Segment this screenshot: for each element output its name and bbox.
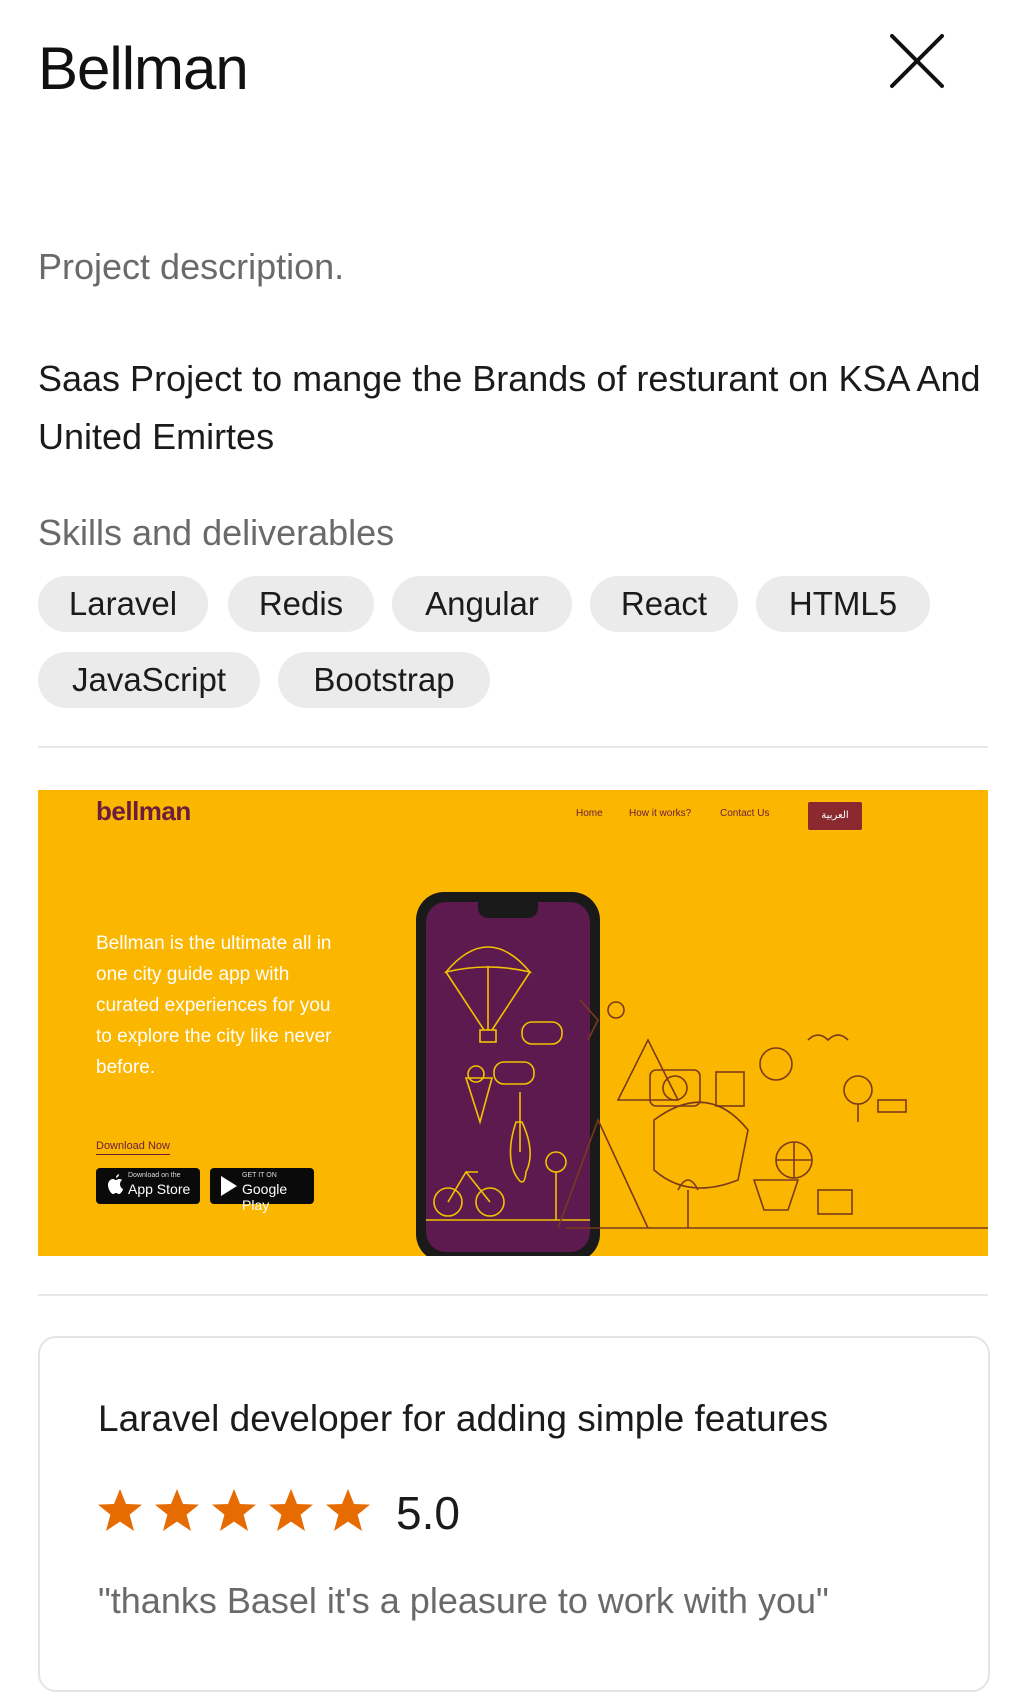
- skills-label: Skills and deliverables: [38, 512, 395, 553]
- close-icon: [890, 34, 944, 88]
- banner-nav-home: Home: [576, 808, 603, 819]
- apple-icon: [108, 1174, 123, 1194]
- skill-chip[interactable]: Laravel: [38, 576, 208, 632]
- skill-chip[interactable]: Redis: [228, 576, 374, 632]
- bellman-logo: bellman: [96, 796, 191, 826]
- review-quote: "thanks Basel it's a pleasure to work wi…: [98, 1580, 829, 1621]
- description-label: Project description.: [38, 246, 345, 287]
- play-store-icon: [221, 1176, 237, 1196]
- banner-nav-contact: Contact Us: [720, 808, 770, 819]
- app-store-small: Download on the: [128, 1172, 181, 1179]
- banner-nav-how: How it works?: [629, 808, 692, 819]
- google-play-badge: GET IT ON Google Play: [210, 1168, 314, 1213]
- banner-lang-button: العربية: [808, 802, 862, 830]
- google-play-small: GET IT ON: [242, 1172, 277, 1179]
- review-card: Laravel developer for adding simple feat…: [38, 1336, 990, 1692]
- divider: [38, 746, 988, 748]
- star-icon: [212, 1489, 256, 1531]
- page-title: Bellman: [38, 35, 249, 102]
- google-play-big: Google Play: [242, 1181, 288, 1213]
- close-button[interactable]: [886, 30, 948, 92]
- city-outline-illustration: [558, 999, 988, 1229]
- banner-download-label: Download Now: [96, 1140, 170, 1155]
- skill-chip[interactable]: React: [590, 576, 738, 632]
- skill-chip[interactable]: HTML5: [756, 576, 930, 632]
- divider: [38, 1294, 988, 1296]
- skill-chip[interactable]: JavaScript: [38, 652, 260, 708]
- skill-chip[interactable]: Angular: [392, 576, 572, 632]
- star-icon: [98, 1489, 142, 1531]
- app-store-badge: Download on the App Store: [96, 1168, 200, 1204]
- star-icon: [269, 1489, 313, 1531]
- star-icon: [155, 1489, 199, 1531]
- project-screenshot[interactable]: bellman Home How it works? Contact Us ال…: [38, 790, 988, 1256]
- star-icon: [326, 1489, 370, 1531]
- project-description: Saas Project to mange the Brands of rest…: [38, 358, 981, 457]
- rating-value: 5.0: [396, 1487, 460, 1539]
- review-title: Laravel developer for adding simple feat…: [98, 1398, 829, 1439]
- banner-tagline: Bellman is the ultimate all in one city …: [96, 933, 332, 1078]
- phone-notch: [478, 902, 538, 918]
- skill-chip[interactable]: Bootstrap: [278, 652, 490, 708]
- modal-header: Bellman: [38, 24, 988, 104]
- app-store-big: App Store: [128, 1181, 191, 1197]
